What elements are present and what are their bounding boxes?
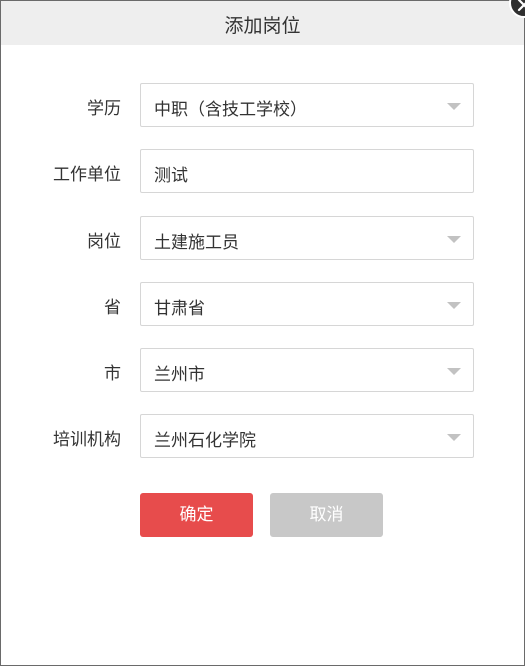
form-row-education: 学历 中职（含技工学校） [1,83,524,127]
form-row-province: 省 甘肃省 [1,282,524,326]
form-row-work-unit: 工作单位 测试 [1,149,524,193]
work-unit-label: 工作单位 [53,165,121,185]
city-select[interactable]: 兰州市 [140,348,474,392]
chevron-down-icon [447,103,461,110]
position-label: 岗位 [87,232,121,252]
form-row-city: 市 兰州市 [1,348,524,392]
dialog-title: 添加岗位 [224,15,301,37]
add-position-dialog: 添加岗位 学历 中职（含技工学校） 工作单位 测试 岗位 土建施工员 省 甘肃省… [0,0,525,666]
chevron-down-icon [447,368,461,375]
chevron-down-icon [447,434,461,441]
training-org-select[interactable]: 兰州石化学院 [140,414,474,458]
education-select[interactable]: 中职（含技工学校） [140,83,474,127]
cancel-button[interactable]: 取消 [270,493,383,537]
province-value: 甘肃省 [154,299,205,319]
position-select[interactable]: 土建施工员 [140,216,474,260]
form-row-training-org: 培训机构 兰州石化学院 [1,414,524,458]
dialog-titlebar: 添加岗位 [1,1,524,45]
city-value: 兰州市 [154,365,205,385]
close-icon [517,0,525,12]
work-unit-input[interactable]: 测试 [140,149,474,193]
education-value: 中职（含技工学校） [154,100,307,120]
form-row-position: 岗位 土建施工员 [1,216,524,260]
city-label: 市 [104,364,121,384]
education-label: 学历 [87,99,121,119]
province-label: 省 [104,298,121,318]
training-org-value: 兰州石化学院 [154,431,256,451]
chevron-down-icon [447,302,461,309]
confirm-button[interactable]: 确定 [140,493,253,537]
work-unit-value: 测试 [154,166,188,186]
training-org-label: 培训机构 [53,430,121,450]
position-value: 土建施工员 [154,233,239,253]
chevron-down-icon [447,236,461,243]
province-select[interactable]: 甘肃省 [140,282,474,326]
